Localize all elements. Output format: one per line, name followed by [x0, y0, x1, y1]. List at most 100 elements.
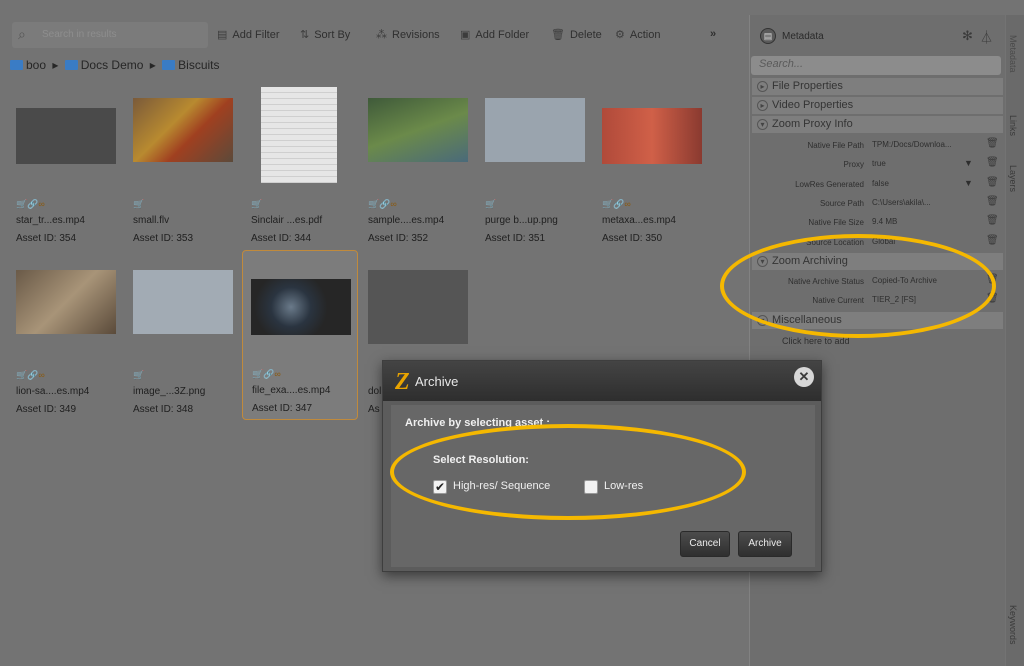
asset-status-icons: 🛒🔗∞: [16, 199, 45, 209]
property-value[interactable]: C:\Users\akila\...: [872, 198, 970, 207]
tab-links[interactable]: Links: [1008, 115, 1018, 136]
property-value[interactable]: false: [872, 179, 970, 188]
asset-tile[interactable]: 🛒🔗∞ star_tr...es.mp4 Asset ID: 354: [16, 91, 132, 261]
close-icon[interactable]: ✕: [794, 367, 814, 387]
asset-tile[interactable]: 🛒 purge b...up.png Asset ID: 351: [485, 91, 601, 261]
binoculars-icon: ⌕: [18, 26, 26, 42]
dialog-header: Z Archive ✕: [383, 361, 821, 401]
asset-id: Asset ID: 344: [251, 233, 312, 244]
add-folder-label: Add Folder: [475, 29, 530, 41]
tab-metadata[interactable]: Metadata: [1008, 35, 1018, 73]
asset-tile[interactable]: 🛒🔗∞ sample....es.mp4 Asset ID: 352: [368, 91, 484, 261]
asset-thumbnail: [133, 270, 233, 334]
asset-id: Asset ID: 350: [602, 233, 663, 244]
property-row: Source Path C:\Users\akila\... 🗑: [752, 195, 1004, 213]
asset-tile[interactable]: 🛒 small.flv Asset ID: 353: [133, 91, 249, 261]
zoom-logo-icon: Z: [395, 369, 410, 395]
property-value[interactable]: TPM:/Docs/Downloa...: [872, 140, 970, 149]
property-row: LowRes Generated false ▼ 🗑: [752, 176, 1004, 194]
section-zoom-proxy-info[interactable]: ▾ Zoom Proxy Info: [752, 116, 1003, 133]
dialog-title: Archive: [415, 374, 459, 389]
section-video-properties[interactable]: ▸ Video Properties: [752, 97, 1003, 114]
revisions-label: Revisions: [392, 29, 440, 41]
metadata-search-input[interactable]: Search...: [751, 56, 1001, 75]
asset-id: Asset ID: 352: [368, 233, 429, 244]
trash-icon[interactable]: 🗑: [986, 138, 999, 149]
tab-keywords[interactable]: Keywords: [1008, 605, 1018, 645]
asset-id: Asset ID: 353: [133, 233, 194, 244]
metadata-header: ▤ Metadata: [760, 28, 824, 44]
asset-id: As: [368, 404, 380, 415]
property-key: Native File Path: [807, 141, 864, 150]
asset-thumbnail: [251, 279, 351, 335]
annotation-highlight-oval: [720, 234, 996, 338]
trash-icon[interactable]: 🗑: [986, 215, 999, 226]
property-value[interactable]: true: [872, 159, 970, 168]
folder-icon: [10, 60, 23, 70]
asset-filename: dol: [368, 386, 382, 397]
asset-thumbnail: [16, 108, 116, 164]
metadata-title: Metadata: [782, 31, 824, 42]
expand-icon: ▸: [757, 100, 768, 111]
breadcrumb-item[interactable]: Docs Demo: [81, 58, 144, 72]
add-filter-button[interactable]: ▤ Add Filter: [217, 28, 279, 41]
snowflake-icon[interactable]: ✻: [962, 28, 973, 44]
add-filter-label: Add Filter: [232, 29, 280, 41]
revisions-button[interactable]: ⁂ Revisions: [376, 28, 440, 41]
section-label: Zoom Proxy Info: [772, 118, 853, 130]
add-folder-button[interactable]: ▣ Add Folder: [460, 28, 529, 41]
asset-tile[interactable]: 🛒 Sinclair ...es.pdf Asset ID: 344: [251, 87, 367, 261]
flask-icon[interactable]: ⏃: [980, 27, 993, 46]
property-value[interactable]: 9.4 MB: [872, 217, 970, 226]
asset-thumbnail: [368, 270, 468, 344]
dropdown-arrow-icon[interactable]: ▼: [964, 158, 973, 168]
asset-tile[interactable]: 🛒 image_...3Z.png Asset ID: 348: [133, 262, 249, 432]
property-key: Native File Size: [808, 218, 864, 227]
section-file-properties[interactable]: ▸ File Properties: [752, 78, 1003, 95]
asset-thumbnail: [602, 108, 702, 164]
section-label: Video Properties: [772, 99, 854, 111]
metadata-icon: ▤: [760, 28, 776, 44]
folder-icon: [162, 60, 176, 70]
asset-status-icons: 🛒: [133, 370, 145, 380]
property-row: Native File Path TPM:/Docs/Downloa... 🗑: [752, 137, 1004, 155]
dropdown-arrow-icon[interactable]: ▼: [964, 178, 973, 188]
annotation-highlight-oval: [390, 424, 746, 520]
action-button[interactable]: ⚙ Action: [615, 28, 660, 41]
asset-thumbnail: [368, 98, 468, 162]
asset-status-icons: 🛒🔗∞: [602, 199, 631, 209]
action-label: Action: [629, 29, 661, 41]
search-input[interactable]: ⌕ Search in results: [12, 22, 208, 48]
asset-filename: file_exa....es.mp4: [252, 385, 331, 396]
asset-status-icons: 🛒: [485, 199, 497, 209]
trash-icon[interactable]: 🗑: [986, 157, 999, 168]
trash-icon[interactable]: 🗑: [986, 235, 999, 246]
gear-icon: ⚙: [615, 29, 625, 41]
delete-button[interactable]: 🗑 Delete: [551, 28, 602, 41]
cancel-button[interactable]: Cancel: [680, 531, 730, 557]
folder-icon: [64, 60, 78, 70]
asset-filename: metaxa...es.mp4: [602, 215, 676, 226]
breadcrumb-item[interactable]: Biscuits: [178, 58, 219, 72]
asset-tile[interactable]: 🛒🔗∞ metaxa...es.mp4 Asset ID: 350: [602, 91, 718, 261]
asset-filename: image_...3Z.png: [133, 386, 206, 397]
sort-by-button[interactable]: ⇅ Sort By: [300, 28, 350, 41]
collapse-icon: ▾: [757, 119, 768, 130]
asset-thumbnail: [485, 98, 585, 162]
asset-tile[interactable]: 🛒🔗∞ lion-sa....es.mp4 Asset ID: 349: [16, 262, 132, 432]
tab-layers[interactable]: Layers: [1008, 165, 1018, 192]
asset-status-icons: 🛒🔗∞: [16, 370, 45, 380]
property-key: Proxy: [843, 160, 864, 169]
asset-id: Asset ID: 349: [16, 404, 77, 415]
filter-icon: ▤: [217, 29, 228, 41]
trash-icon[interactable]: 🗑: [986, 177, 999, 188]
breadcrumb-item[interactable]: boo: [26, 58, 46, 72]
trash-icon: 🗑: [551, 29, 565, 41]
trash-icon[interactable]: 🗑: [986, 196, 999, 207]
asset-id: Asset ID: 348: [133, 404, 194, 415]
breadcrumb-separator: ▸: [149, 58, 156, 72]
more-button[interactable]: »: [710, 28, 716, 40]
asset-filename: star_tr...es.mp4: [16, 215, 85, 226]
asset-tile-selected[interactable]: 🛒🔗∞ file_exa....es.mp4 Asset ID: 347: [242, 250, 358, 420]
archive-button[interactable]: Archive: [738, 531, 792, 557]
